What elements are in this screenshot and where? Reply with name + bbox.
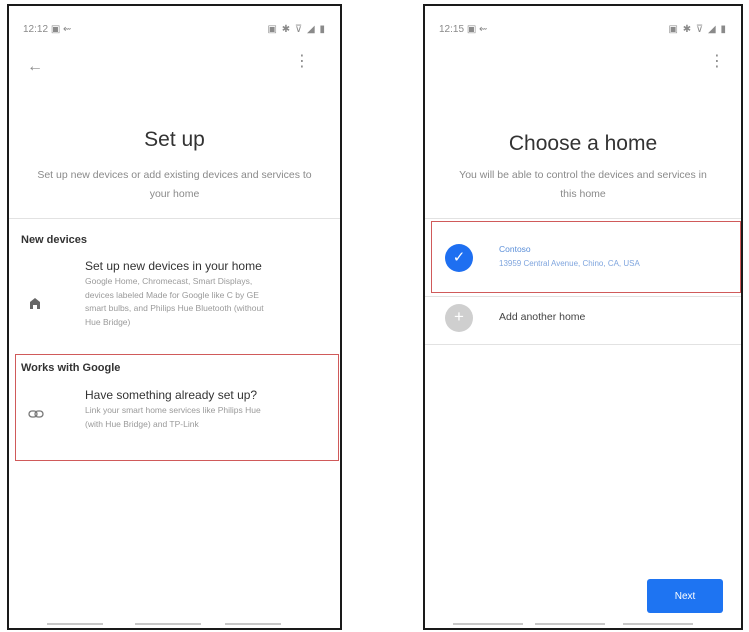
nav-segment: [47, 623, 103, 625]
divider: [9, 218, 340, 219]
back-arrow-icon[interactable]: ←: [27, 58, 43, 76]
status-bar: 12:15 ▣ ⇜ ▣ ✱ ⊽ ◢ ▮: [439, 24, 727, 38]
new-devices-title: Set up new devices in your home: [85, 259, 262, 273]
status-time: 12:12 ▣ ⇜: [23, 24, 72, 35]
nav-segment: [225, 623, 281, 625]
more-vert-icon[interactable]: ⋮: [709, 54, 725, 70]
home-address: 13959 Central Avenue, Chino, CA, USA: [499, 259, 640, 268]
status-time: 12:15 ▣ ⇜: [439, 24, 488, 35]
nav-segment: [135, 623, 201, 625]
status-bar: 12:12 ▣ ⇜ ▣ ✱ ⊽ ◢ ▮: [23, 24, 326, 38]
page-title: Set up: [144, 128, 205, 151]
home-icon: [28, 296, 42, 313]
link-icon: [28, 406, 44, 422]
works-with-google-title: Have something already set up?: [85, 388, 258, 402]
new-devices-description: Google Home, Chromecast, Smart Displays,…: [85, 276, 264, 327]
add-another-home-label: Add another home: [499, 311, 586, 323]
next-button[interactable]: Next: [647, 579, 723, 613]
nav-segment: [623, 623, 693, 625]
divider: [425, 218, 741, 219]
divider: [425, 344, 741, 345]
divider: [425, 296, 741, 297]
nav-segment: [453, 623, 523, 625]
page-subtitle: Set up new devices or add existing devic…: [37, 169, 312, 200]
add-icon: +: [445, 304, 473, 332]
setup-screen: 12:12 ▣ ⇜ ▣ ✱ ⊽ ◢ ▮ ← ⋮ Set up Set up ne…: [7, 4, 342, 630]
nav-bar: [9, 620, 340, 628]
selected-home-highlight: [431, 221, 741, 293]
status-icons: ▣ ✱ ⊽ ◢ ▮: [668, 24, 727, 35]
page-title: Choose a home: [508, 132, 658, 155]
nav-segment: [535, 623, 605, 625]
page-subtitle: You will be able to control the devices …: [459, 169, 707, 200]
section-label-works-with-google: Works with Google: [21, 362, 121, 374]
more-vert-icon[interactable]: ⋮: [294, 54, 310, 70]
nav-bar: [425, 620, 741, 628]
section-label-new-devices: New devices: [21, 234, 88, 246]
works-with-google-description: Link your smart home services like Phili…: [85, 405, 261, 429]
check-icon: ✓: [445, 244, 473, 272]
choose-home-screen: 12:15 ▣ ⇜ ▣ ✱ ⊽ ◢ ▮ ⋮ Choose a home You …: [423, 4, 743, 630]
home-name: Contoso: [499, 244, 531, 254]
status-icons: ▣ ✱ ⊽ ◢ ▮: [267, 24, 326, 35]
